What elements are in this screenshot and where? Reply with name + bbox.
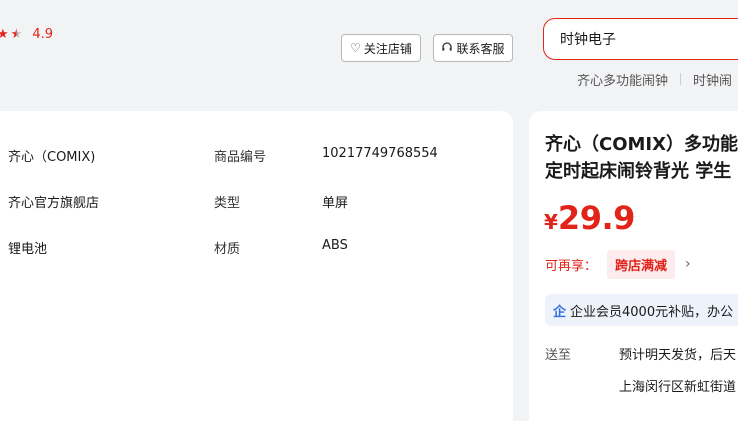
search-box[interactable] bbox=[543, 18, 738, 60]
spec-panel: 齐心（COMIX) 齐心官方旗舰店 锂电池 商品编号 类型 材质 1021774… bbox=[0, 111, 513, 421]
spec-sku-label: 商品编号 bbox=[214, 150, 267, 165]
spec-sku-value: 10217749768554 bbox=[322, 146, 438, 161]
follow-shop-button[interactable]: ♡ 关注店铺 bbox=[341, 34, 421, 62]
promotion-row[interactable]: 可再享： 跨店满减 › bbox=[545, 249, 691, 279]
shop-rating: ★ ★ 4.9 bbox=[0, 25, 53, 43]
spec-type-label: 类型 bbox=[214, 196, 241, 211]
product-title-line: 齐心（COMIX）多功能 bbox=[545, 134, 738, 155]
spec-material-label: 材质 bbox=[214, 242, 241, 257]
follow-shop-label: 关注店铺 bbox=[363, 41, 412, 56]
chevron-right-icon[interactable]: › bbox=[685, 256, 691, 272]
enterprise-icon: 企 bbox=[553, 304, 567, 320]
spec-brand-value: 齐心（COMIX) bbox=[8, 150, 96, 165]
spec-shop-value: 齐心官方旗舰店 bbox=[8, 196, 100, 211]
purchase-panel: 齐心（COMIX）多功能 定时起床闹铃背光 学生 ¥ 29.9 可再享： 跨店满… bbox=[529, 111, 738, 421]
headset-icon bbox=[441, 41, 453, 55]
hot-search-words: 齐心多功能闹钟 时钟闹 bbox=[577, 70, 732, 89]
search-input[interactable] bbox=[560, 31, 730, 47]
price-value: 29.9 bbox=[557, 199, 635, 237]
delivery-estimate: 预计明天发货，后天 bbox=[619, 348, 737, 363]
hotword-divider bbox=[680, 73, 682, 85]
enterprise-subsidy-banner[interactable]: 企 企业会员4000元补贴，办公 bbox=[545, 294, 738, 326]
spec-type-value: 单屏 bbox=[322, 196, 349, 211]
enterprise-subsidy-text: 企业会员4000元补贴，办公 bbox=[570, 304, 734, 320]
delivery-label: 送至 bbox=[545, 348, 572, 363]
product-title-line: 定时起床闹铃背光 学生 bbox=[545, 161, 732, 182]
contact-service-label: 联系客服 bbox=[456, 41, 505, 56]
spec-battery-value: 锂电池 bbox=[8, 242, 48, 257]
product-price: ¥ 29.9 bbox=[544, 199, 635, 237]
contact-service-button[interactable]: 联系客服 bbox=[433, 34, 513, 62]
star-icon: ★ bbox=[0, 26, 9, 42]
spec-material-value: ABS bbox=[322, 238, 348, 253]
rating-value: 4.9 bbox=[32, 26, 53, 42]
promotion-tag[interactable]: 跨店满减 bbox=[607, 249, 676, 279]
hotword-link[interactable]: 时钟闹 bbox=[693, 70, 732, 89]
product-title: 齐心（COMIX）多功能 定时起床闹铃背光 学生 bbox=[545, 131, 738, 185]
page-header: ★ ★ 4.9 ♡ 关注店铺 联系客服 齐心多功能闹钟 时钟闹 bbox=[0, 0, 738, 110]
price-currency: ¥ bbox=[544, 210, 558, 234]
promotion-label: 可再享： bbox=[545, 258, 598, 274]
hotword-link[interactable]: 齐心多功能闹钟 bbox=[577, 70, 668, 89]
delivery-address[interactable]: 上海闵行区新虹街道 bbox=[619, 376, 736, 395]
half-star-icon: ★ bbox=[10, 26, 23, 42]
heart-icon: ♡ bbox=[350, 41, 361, 55]
